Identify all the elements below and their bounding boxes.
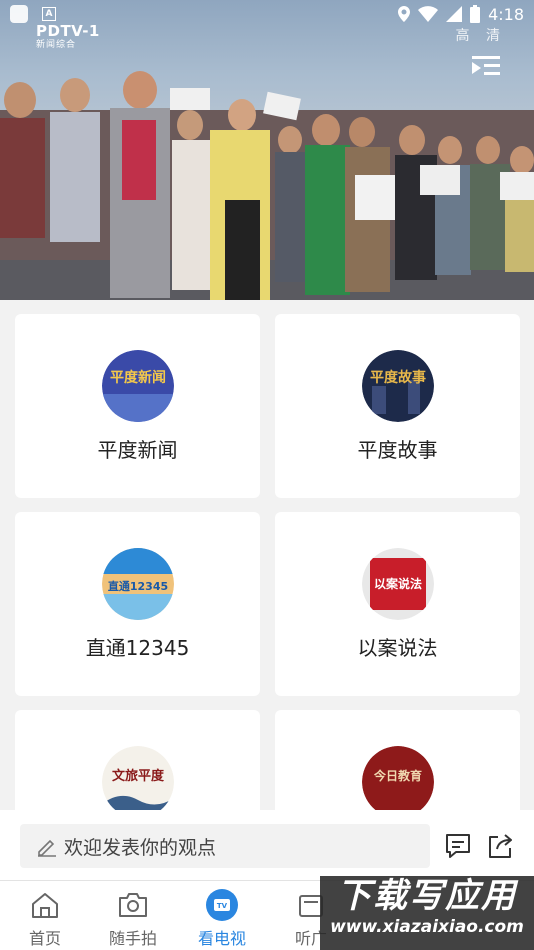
program-card-pingdu-stories[interactable]: 平度故事 平度故事 <box>275 314 520 498</box>
signal-icon <box>446 6 463 22</box>
camera-icon <box>116 889 150 921</box>
tab-watch-tv[interactable]: TV 看电视 <box>177 889 267 949</box>
program-thumbnail: 直通12345 <box>101 548 174 620</box>
watermark-title: 下载写应用 <box>337 876 517 916</box>
program-card-hotline-12345[interactable]: 直通12345 直通12345 <box>15 512 260 696</box>
program-title: 平度新闻 <box>97 438 178 462</box>
program-card-pingdu-news[interactable]: 平度新闻 平度新闻 <box>15 314 260 498</box>
thumb-text: 直通12345 <box>107 579 167 593</box>
video-player[interactable]: A 4:18 PDTV-1 新闻综合 高 清 <box>0 0 534 300</box>
tab-label: 首页 <box>28 929 61 948</box>
program-thumbnail: 平度新闻 <box>101 350 174 422</box>
tab-label: 看电视 <box>197 929 246 948</box>
thumb-text: 平度新闻 <box>110 369 166 386</box>
program-title: 直通12345 <box>85 636 190 660</box>
tab-snapshot[interactable]: 随手拍 <box>88 889 178 949</box>
comment-list-icon[interactable] <box>444 832 472 860</box>
watermark-url: www.xiazaixiao.com <box>330 917 524 937</box>
program-thumbnail: 文旅平度 <box>101 746 174 818</box>
thumb-text: 今日教育 <box>372 768 421 783</box>
svg-text:TV: TV <box>217 902 228 910</box>
program-thumbnail: 今日教育 <box>361 746 434 818</box>
wifi-icon <box>418 6 439 22</box>
location-icon <box>398 6 411 22</box>
battery-icon <box>470 5 481 23</box>
share-icon[interactable] <box>486 832 514 860</box>
program-title: 以案说法 <box>357 636 438 660</box>
program-title: 平度故事 <box>357 438 438 462</box>
home-icon <box>28 889 62 921</box>
thumb-text: 平度故事 <box>370 369 426 386</box>
channel-logo: PDTV-1 新闻综合 <box>36 24 100 52</box>
notification-icon <box>10 5 28 23</box>
quality-toggle[interactable]: 高 清 <box>456 25 506 45</box>
playlist-icon[interactable] <box>472 54 500 78</box>
app-notification-icon: A <box>42 7 56 21</box>
thumb-text: 文旅平度 <box>111 768 164 784</box>
program-thumbnail: 以案说法 <box>361 548 434 620</box>
comment-placeholder: 欢迎发表你的观点 <box>64 836 217 859</box>
program-thumbnail: 平度故事 <box>361 350 434 422</box>
status-icons: 4:18 <box>398 5 524 24</box>
thumb-text: 以案说法 <box>373 576 421 591</box>
app-root: A 4:18 PDTV-1 新闻综合 高 清 平度新闻 平度新闻 平度故事 平度… <box>0 0 534 950</box>
pencil-icon <box>38 839 56 857</box>
clock: 4:18 <box>488 4 524 24</box>
comment-input[interactable]: 欢迎发表你的观点 <box>20 824 430 868</box>
watermark: 下载写应用 www.xiazaixiao.com <box>320 876 534 950</box>
comment-bar: 欢迎发表你的观点 <box>0 810 534 880</box>
tv-icon: TV <box>205 889 239 921</box>
program-card-law-cases[interactable]: 以案说法 以案说法 <box>275 512 520 696</box>
tab-home[interactable]: 首页 <box>0 889 90 949</box>
channel-logo-subtext: 新闻综合 <box>36 40 77 50</box>
tab-label: 随手拍 <box>108 929 157 948</box>
